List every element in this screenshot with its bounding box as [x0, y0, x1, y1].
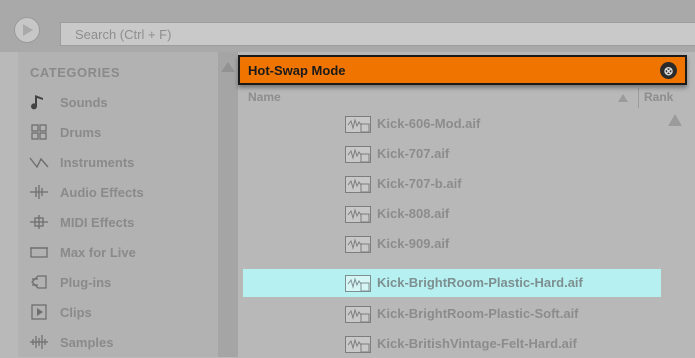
drum-pads-icon [26, 122, 52, 142]
category-label: Audio Effects [60, 184, 144, 200]
audio-file-icon [345, 146, 371, 163]
file-row[interactable]: Kick-808.aif [243, 200, 661, 228]
file-name: Kick-BrightRoom-Plastic-Soft.aif [377, 306, 579, 321]
file-name: Kick-707-b.aif [377, 176, 462, 191]
audio-file-icon [345, 236, 371, 253]
categories-scrollbar[interactable] [218, 52, 238, 357]
category-label: Instruments [60, 154, 135, 170]
category-plug-ins[interactable]: Plug-ins [26, 269, 216, 295]
column-header: Name Rank [238, 86, 695, 108]
file-name: Kick-BrightRoom-Plastic-Hard.aif [377, 275, 583, 290]
samples-icon [26, 332, 52, 352]
file-name: Kick-808.aif [377, 206, 450, 221]
column-divider[interactable] [638, 88, 639, 108]
category-midi-effects[interactable]: MIDI Effects [26, 209, 216, 235]
search-input[interactable] [61, 23, 695, 45]
category-sounds[interactable]: Sounds [26, 89, 216, 115]
file-row[interactable]: Kick-909.aif [243, 230, 661, 258]
waveform-icon [26, 152, 52, 172]
category-clips[interactable]: Clips [26, 299, 216, 325]
name-column-header[interactable]: Name [248, 90, 281, 104]
play-icon [23, 24, 33, 36]
file-row[interactable]: Kick-BritishVintage-Felt-Hard.aif [243, 330, 661, 358]
audio-file-icon [345, 275, 371, 292]
category-max-for-live[interactable]: Max for Live [26, 239, 216, 265]
audio-file-icon [345, 176, 371, 193]
music-note-icon [26, 92, 52, 112]
audio-file-icon [345, 336, 371, 353]
file-name: Kick-909.aif [377, 236, 450, 251]
file-row[interactable]: Kick-707.aif [243, 140, 661, 168]
category-label: Plug-ins [60, 274, 112, 290]
scroll-up-icon [668, 114, 682, 126]
category-label: Drums [60, 124, 102, 140]
file-browser-panel: Name Rank Kick-606-Mod.aif Kick-707.aif … [238, 52, 695, 357]
category-samples[interactable]: Samples [26, 329, 216, 355]
plugin-icon [26, 272, 52, 292]
category-drums[interactable]: Drums [26, 119, 216, 145]
categories-panel: CATEGORIES Sounds Drums Instruments Audi… [18, 52, 218, 357]
file-name: Kick-BritishVintage-Felt-Hard.aif [377, 336, 577, 351]
close-icon: ⊗ [663, 63, 674, 78]
rank-column-header[interactable]: Rank [644, 90, 673, 104]
clip-icon [26, 302, 52, 322]
file-row[interactable]: Kick-707-b.aif [243, 170, 661, 198]
midi-effects-icon [26, 212, 52, 232]
browser-toolbar [0, 0, 695, 52]
file-row-selected[interactable]: Kick-BrightRoom-Plastic-Hard.aif [243, 269, 661, 297]
category-label: Max for Live [60, 244, 136, 260]
search-box[interactable] [60, 22, 695, 46]
category-label: Clips [60, 304, 92, 320]
hot-swap-mode-bar: Hot-Swap Mode ⊗ [238, 55, 687, 85]
max-for-live-icon [26, 242, 52, 262]
hot-swap-title: Hot-Swap Mode [248, 63, 346, 78]
close-hot-swap-button[interactable]: ⊗ [660, 62, 677, 79]
file-name: Kick-707.aif [377, 146, 450, 161]
scroll-up-icon [221, 62, 235, 72]
audio-file-icon [345, 206, 371, 223]
file-row[interactable]: Kick-BrightRoom-Plastic-Soft.aif [243, 300, 661, 328]
categories-header: CATEGORIES [30, 65, 120, 80]
audio-file-icon [345, 306, 371, 323]
file-name: Kick-606-Mod.aif [377, 116, 481, 131]
file-row[interactable]: Kick-606-Mod.aif [243, 110, 661, 138]
category-label: MIDI Effects [60, 214, 135, 230]
file-list-scrollbar[interactable] [663, 108, 695, 357]
audio-file-icon [345, 116, 371, 133]
audio-effects-icon [26, 182, 52, 202]
category-instruments[interactable]: Instruments [26, 149, 216, 175]
category-label: Sounds [60, 94, 108, 110]
category-label: Samples [60, 334, 114, 350]
category-audio-effects[interactable]: Audio Effects [26, 179, 216, 205]
preview-play-button[interactable] [14, 17, 40, 43]
sort-ascending-icon [618, 94, 628, 102]
